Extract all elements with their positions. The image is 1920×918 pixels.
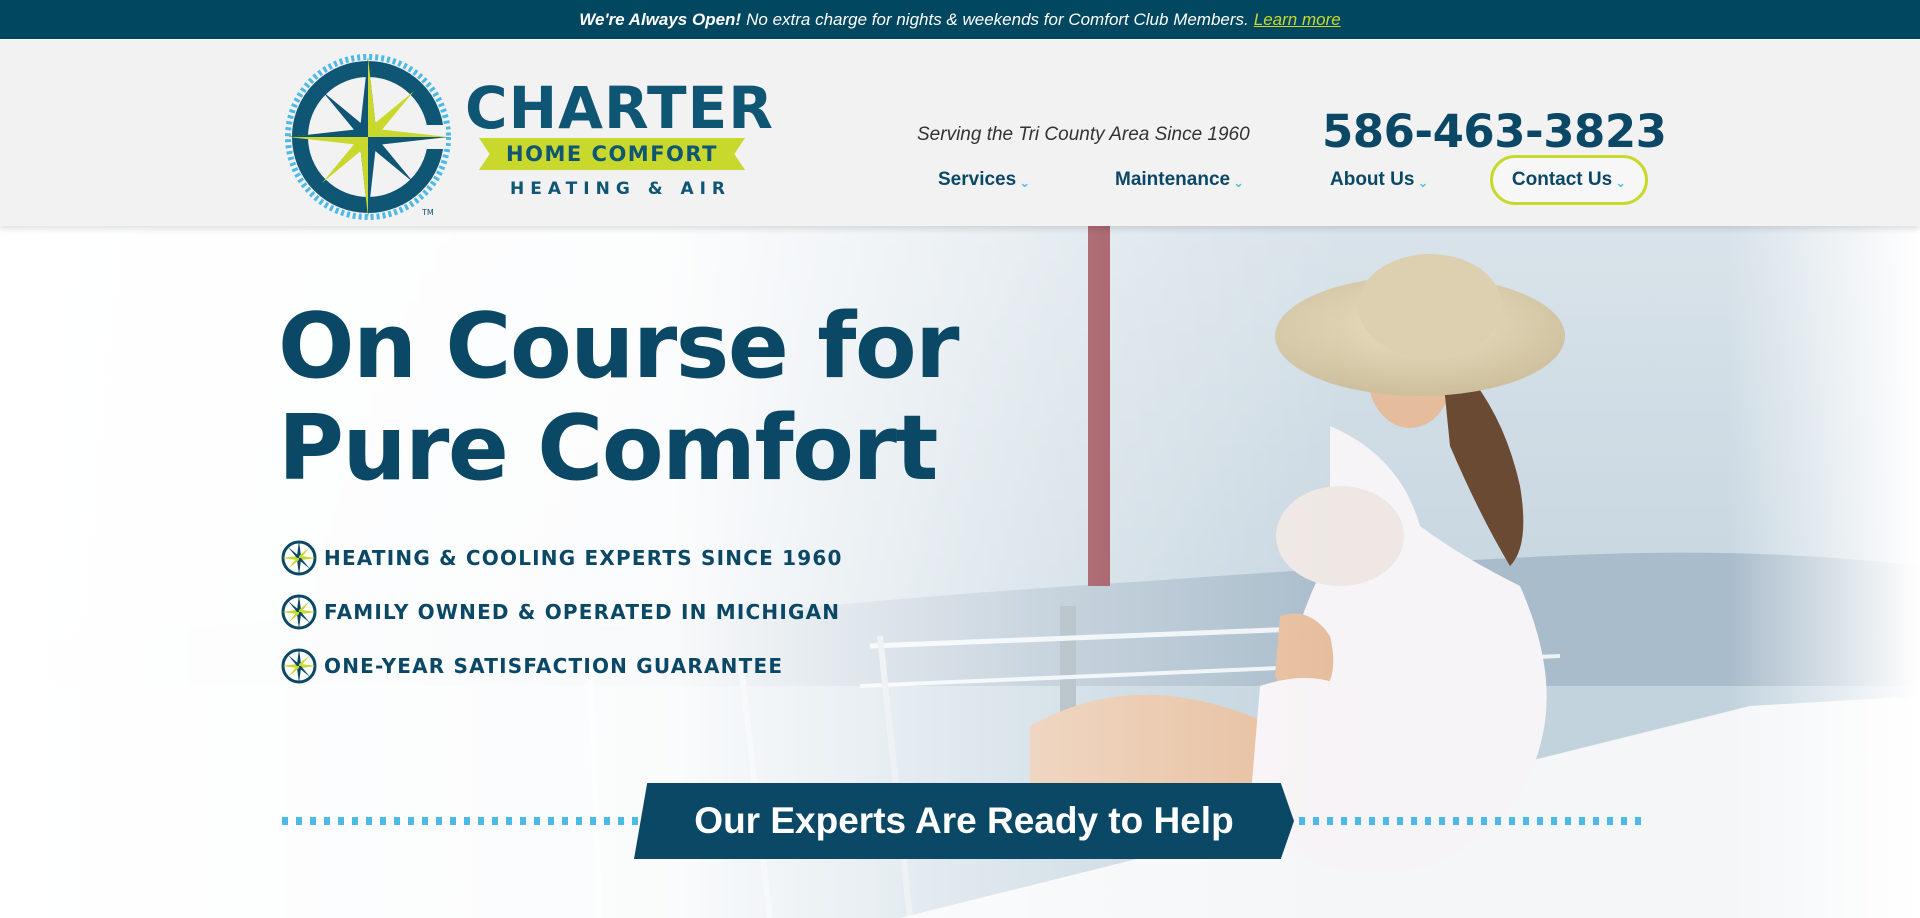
experts-ready-text: Our Experts Are Ready to Help bbox=[694, 800, 1234, 841]
feature-text: ONE-YEAR SATISFACTION GUARANTEE bbox=[324, 654, 784, 678]
main-nav: Services ⌄ Maintenance ⌄ About Us ⌄ Cont… bbox=[0, 155, 1920, 205]
announcement-bar: We're Always Open! No extra charge for n… bbox=[0, 0, 1920, 39]
nav-contact-us-label: Contact Us bbox=[1511, 169, 1613, 190]
feature-text: FAMILY OWNED & OPERATED IN MICHIGAN bbox=[324, 600, 841, 624]
chevron-down-icon: ⌄ bbox=[1417, 175, 1429, 190]
compass-icon bbox=[281, 540, 317, 576]
feature-item: FAMILY OWNED & OPERATED IN MICHIGAN bbox=[280, 585, 843, 639]
compass-icon bbox=[281, 648, 317, 684]
nav-about-us-label: About Us bbox=[1330, 169, 1415, 190]
dotted-divider-left bbox=[282, 817, 642, 825]
nav-contact-us-button[interactable]: Contact Us ⌄ bbox=[1490, 155, 1648, 205]
compass-icon bbox=[281, 594, 317, 630]
chevron-down-icon: ⌄ bbox=[1019, 175, 1031, 190]
feature-text: HEATING & COOLING EXPERTS SINCE 1960 bbox=[324, 546, 843, 570]
feature-item: ONE-YEAR SATISFACTION GUARANTEE bbox=[280, 639, 843, 693]
logo-name: CHARTER bbox=[465, 74, 774, 142]
announcement-message: No extra charge for nights & weekends fo… bbox=[746, 9, 1249, 29]
nav-services[interactable]: Services ⌄ bbox=[938, 155, 1030, 205]
hero-heading-line2: Pure Comfort bbox=[278, 396, 938, 501]
announcement-bold: We're Always Open! bbox=[579, 9, 742, 29]
experts-ready-banner: Our Experts Are Ready to Help bbox=[634, 783, 1294, 859]
hero-heading-line1: On Course for bbox=[278, 294, 960, 399]
feature-list: HEATING & COOLING EXPERTS SINCE 1960 FAM… bbox=[280, 531, 843, 693]
nav-maintenance[interactable]: Maintenance ⌄ bbox=[1115, 155, 1244, 205]
learn-more-link[interactable]: Learn more bbox=[1254, 10, 1341, 30]
dotted-divider-right bbox=[1285, 817, 1648, 825]
nav-maintenance-label: Maintenance bbox=[1115, 169, 1231, 190]
hero-section: On Course for Pure Comfort HEATING & COO… bbox=[0, 226, 1920, 918]
feature-item: HEATING & COOLING EXPERTS SINCE 1960 bbox=[280, 531, 843, 585]
header-tagline: Serving the Tri County Area Since 1960 bbox=[917, 124, 1250, 145]
chevron-down-icon: ⌄ bbox=[1615, 175, 1627, 190]
logo-trademark: TM bbox=[421, 208, 434, 217]
hero-heading: On Course for Pure Comfort bbox=[278, 294, 960, 501]
chevron-down-icon: ⌄ bbox=[1233, 175, 1244, 190]
nav-about-us[interactable]: About Us ⌄ bbox=[1330, 155, 1428, 205]
nav-services-label: Services bbox=[938, 169, 1017, 190]
phone-number-link[interactable]: 586-463-3823 bbox=[1322, 105, 1667, 158]
